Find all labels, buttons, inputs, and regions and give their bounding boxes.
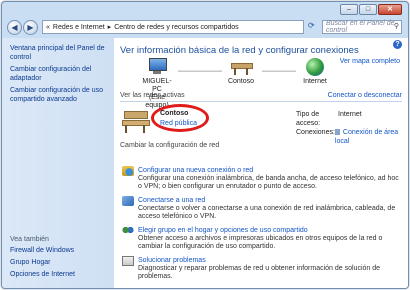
sidebar-tasks: Ventana principal del Panel de control C… [10,44,110,107]
connect-network-icon [122,196,134,206]
connection-line [178,70,222,72]
full-map-link[interactable]: Ver mapa completo [340,58,400,65]
search-input[interactable]: Buscar en el Panel de control ⚲ [322,20,402,34]
sidebar-item-control-panel-home[interactable]: Ventana principal del Panel de control [10,44,110,62]
caption-buttons: – □ ✕ [340,4,402,15]
sidebar: Ventana principal del Panel de control C… [2,38,114,288]
search-placeholder: Buscar en el Panel de control [326,20,395,34]
main-content: ? Ver información básica de la red y con… [114,38,408,288]
maximize-button[interactable]: □ [359,4,377,15]
change-settings-header: Cambiar la configuración de red [120,142,402,151]
list-item: Configurar una nueva conexión o red Conf… [120,166,404,191]
sidebar-item-homegroup[interactable]: Grupo Hogar [10,258,110,267]
highlight-circle [151,104,209,132]
forward-arrow-icon[interactable]: ▶ [23,20,38,35]
task-list: Configurar una nueva conexión o red Conf… [120,166,404,286]
task-description: Obtener acceso a archivos e impresoras u… [138,235,383,250]
sidebar-see-also: Vea también Firewall de Windows Grupo Ho… [10,236,110,282]
access-type-value: Internet [338,111,362,118]
search-icon[interactable]: ⚲ [394,22,399,30]
network-properties: Tipo de acceso: Internet Conexiones: Con… [296,110,408,146]
breadcrumb-overflow[interactable]: « [46,24,50,31]
task-description: Conectarse o volver a conectarse a una c… [138,205,396,220]
change-settings-label: Cambiar la configuración de red [120,142,220,149]
back-arrow-icon[interactable]: ◀ [7,20,22,35]
help-icon[interactable]: ? [393,40,402,49]
task-description: Configurar una conexión inalámbrica, de … [138,175,399,190]
node-computer: MIGUEL-PC (Este equipo) [138,58,176,110]
list-item: Conectarse a una red Conectarse o volver… [120,196,404,221]
navigation-bar: ◀ ▶ « Redes e Internet ▸ Centro de redes… [2,16,408,38]
active-networks-label: Ver las redes activas [120,92,185,99]
breadcrumb-redes-internet[interactable]: Redes e Internet [53,24,105,31]
park-bench-icon [122,111,150,133]
address-bar[interactable]: « Redes e Internet ▸ Centro de redes y r… [42,20,304,34]
node-internet: Internet [298,58,332,86]
globe-icon [306,58,324,76]
sidebar-item-adapter-settings[interactable]: Cambiar configuración del adaptador [10,65,110,83]
network-node-name: Contoso [227,78,255,85]
public-network-icon [230,58,253,76]
close-button[interactable]: ✕ [378,4,402,15]
setup-connection-link[interactable]: Configurar una nueva conexión o red [138,166,404,175]
page-title: Ver información básica de la red y confi… [120,45,359,56]
computer-icon [146,58,168,76]
troubleshoot-link[interactable]: Solucionar problemas [138,256,404,265]
task-description: Diagnosticar y reparar problemas de red … [138,265,381,280]
breadcrumb-centro-redes[interactable]: Centro de redes y recursos compartidos [114,24,239,31]
active-networks-header: Ver las redes activas Conectar o descone… [120,92,402,102]
minimize-button[interactable]: – [340,4,358,15]
access-type-label: Tipo de acceso: [296,111,321,127]
new-connection-icon [122,166,134,176]
node-network: Contoso [222,58,260,86]
homegroup-icon [122,226,134,236]
homegroup-options-link[interactable]: Elegir grupo en el hogar y opciones de u… [138,226,404,235]
connect-network-link[interactable]: Conectarse a una red [138,196,404,205]
list-item: Solucionar problemas Diagnosticar y repa… [120,256,404,281]
connect-disconnect-link[interactable]: Conectar o desconectar [328,92,402,99]
internet-node-name: Internet [303,78,327,85]
control-panel-window: – □ ✕ ◀ ▶ « Redes e Internet ▸ Centro de… [1,1,409,289]
see-also-title: Vea también [10,236,49,243]
sidebar-item-firewall[interactable]: Firewall de Windows [10,246,110,255]
troubleshoot-icon [122,256,134,266]
breadcrumb-separator[interactable]: ▸ [108,23,112,31]
list-item: Elegir grupo en el hogar y opciones de u… [120,226,404,251]
plug-icon [334,129,340,136]
sidebar-item-internet-options[interactable]: Opciones de Internet [10,270,110,279]
connection-line [262,70,296,72]
sidebar-item-advanced-sharing[interactable]: Cambiar configuración de uso compartido … [10,86,110,104]
refresh-icon[interactable]: ⟳ [308,21,315,30]
